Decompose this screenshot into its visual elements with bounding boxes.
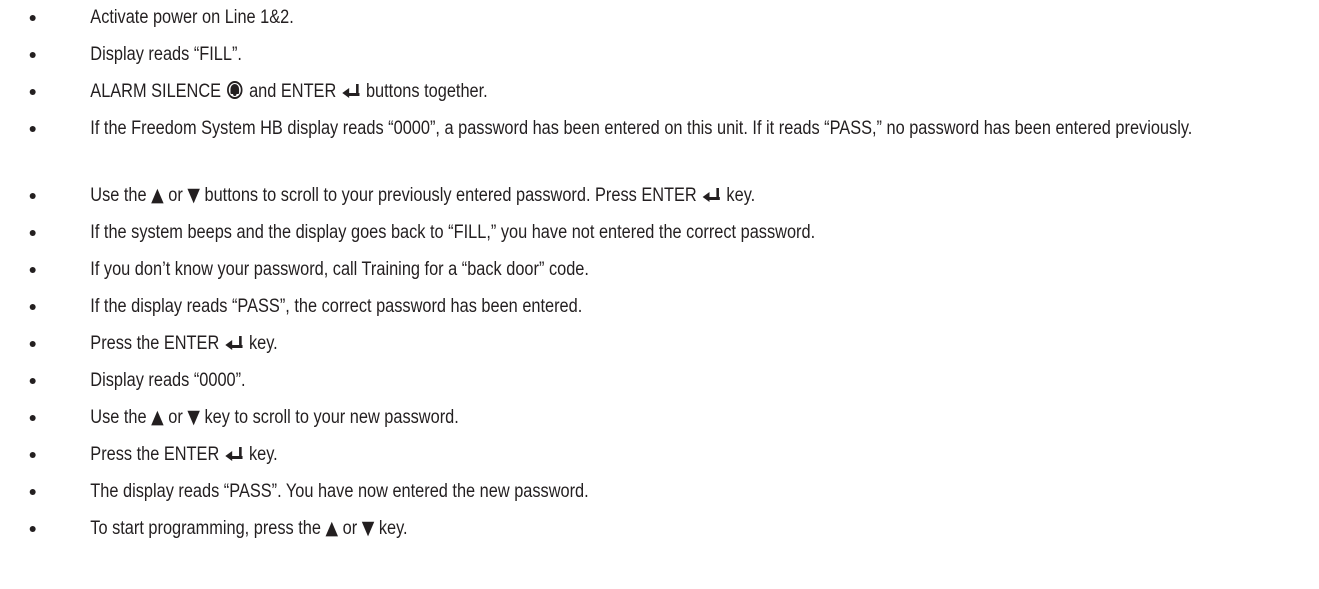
step-text: If the system beeps and the display goes… <box>90 222 816 243</box>
step-text: Display reads “0000”. <box>90 370 246 391</box>
step-text: If the display reads “PASS”, the correct… <box>90 296 583 317</box>
step-text: If you don’t know your password, call Tr… <box>90 259 589 280</box>
alarm-silence-icon <box>227 81 243 99</box>
step-text-part: and ENTER <box>249 81 337 102</box>
up-arrow-icon: ▲ <box>151 184 164 206</box>
step-text: Display reads “FILL”. <box>90 44 242 65</box>
step-text-part: buttons together. <box>365 81 488 102</box>
down-arrow-icon: ▼ <box>187 406 200 428</box>
step-text-part: key to scroll to your new password. <box>204 407 459 428</box>
step-text-part: Use the <box>90 185 147 206</box>
step-text: Use the ▲ or ▼ key to scroll to your new… <box>90 404 1303 432</box>
step-text: ALARM SILENCE and ENTER buttons together… <box>90 78 1303 106</box>
step-text-part: key. <box>248 333 278 354</box>
bullet <box>29 89 36 95</box>
enter-key-icon <box>342 84 360 98</box>
bullet <box>29 378 36 384</box>
step-text-part: or <box>342 518 358 539</box>
step-text-part: buttons to scroll to your previously ent… <box>204 185 697 206</box>
step-text: If the Freedom System HB display reads “… <box>90 118 1193 139</box>
enter-key-icon <box>225 336 243 350</box>
step-text-part: ALARM SILENCE <box>90 81 222 102</box>
bullet <box>29 489 36 495</box>
step-text: The display reads “PASS”. You have now e… <box>90 481 589 502</box>
down-arrow-icon: ▼ <box>187 184 200 206</box>
bullet <box>29 304 36 310</box>
step-text: Press the ENTER key. <box>90 330 1303 358</box>
step-text-part: To start programming, press the <box>90 518 321 539</box>
bullet <box>29 15 36 21</box>
up-arrow-icon: ▲ <box>325 517 339 539</box>
bullet <box>29 267 36 273</box>
step-text-part: or <box>168 407 183 428</box>
down-arrow-icon: ▼ <box>361 517 375 539</box>
bullet <box>29 126 36 132</box>
bullet <box>29 341 36 347</box>
step-text: Activate power on Line 1&2. <box>90 7 294 28</box>
step-text: Press the ENTER key. <box>90 441 1303 469</box>
enter-key-icon <box>225 447 243 461</box>
step-text-part: key. <box>248 444 278 465</box>
enter-key-icon <box>702 188 721 202</box>
bullet <box>29 52 36 58</box>
bullet <box>29 230 36 236</box>
up-arrow-icon: ▲ <box>151 406 164 428</box>
step-text-part: Use the <box>90 407 147 428</box>
bullet <box>29 452 36 458</box>
bullet <box>29 193 36 199</box>
bullet <box>29 526 36 532</box>
step-text-part: Press the ENTER <box>90 333 220 354</box>
step-text: To start programming, press the ▲ or ▼ k… <box>90 515 1303 543</box>
step-text-part: key. <box>726 185 756 206</box>
bullet <box>29 415 36 421</box>
step-text-part: key. <box>378 518 408 539</box>
step-text-part: Press the ENTER <box>90 444 220 465</box>
step-text: Use the ▲ or ▼ buttons to scroll to your… <box>90 182 1303 210</box>
step-text-part: or <box>168 185 183 206</box>
